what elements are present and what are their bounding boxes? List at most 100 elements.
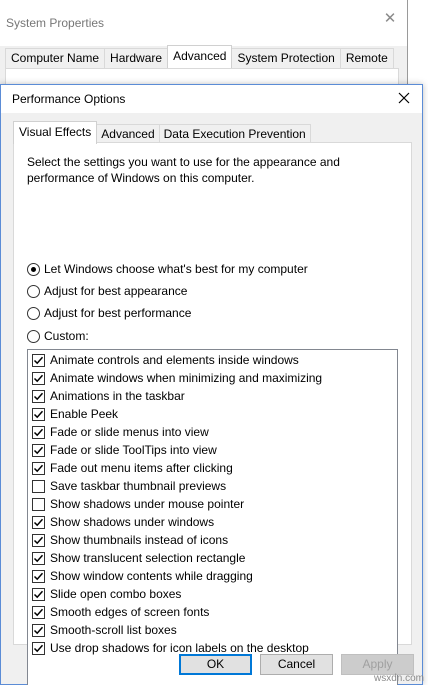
performance-options-dialog: Performance Options Visual Effects Advan… <box>0 84 423 685</box>
radio-best-appearance[interactable]: Adjust for best appearance <box>27 283 187 299</box>
list-item-label: Fade out menu items after clicking <box>50 461 233 475</box>
radio-custom[interactable]: Custom: <box>27 328 89 344</box>
checkbox[interactable] <box>32 587 45 601</box>
checkbox[interactable] <box>32 551 45 565</box>
checkmark-icon <box>33 572 44 580</box>
checkbox[interactable] <box>32 641 45 655</box>
list-item[interactable]: Fade or slide menus into view <box>32 423 209 441</box>
tab-computer-name[interactable]: Computer Name <box>5 48 106 68</box>
system-properties-panel <box>5 68 399 85</box>
list-item[interactable]: Enable Peek <box>32 405 118 423</box>
list-item[interactable]: Animations in the taskbar <box>32 387 185 405</box>
checkmark-icon <box>33 356 44 364</box>
radio-label: Custom: <box>44 329 89 343</box>
radio-button[interactable] <box>27 306 40 320</box>
checkmark-icon <box>33 410 44 418</box>
checkmark-icon <box>33 626 44 634</box>
checkmark-icon <box>33 464 44 472</box>
ok-button[interactable]: OK <box>179 654 252 675</box>
cancel-button[interactable]: Cancel <box>260 654 333 675</box>
list-item[interactable]: Slide open combo boxes <box>32 585 181 603</box>
system-properties-title: System Properties <box>6 16 105 30</box>
checkmark-icon <box>33 518 44 526</box>
list-item[interactable]: Fade or slide ToolTips into view <box>32 441 217 459</box>
checkmark-icon <box>33 644 44 652</box>
checkbox[interactable] <box>32 425 45 439</box>
checkmark-icon <box>33 446 44 454</box>
list-item-label: Use drop shadows for icon labels on the … <box>50 641 309 655</box>
radio-let-windows-choose[interactable]: Let Windows choose what's best for my co… <box>27 261 308 277</box>
dialog-title: Performance Options <box>12 92 126 106</box>
system-properties-window: System Properties ✕ Computer Name Hardwa… <box>0 0 408 85</box>
list-item[interactable]: Animate windows when minimizing and maxi… <box>32 369 322 387</box>
list-item[interactable]: Smooth edges of screen fonts <box>32 603 209 621</box>
checkmark-icon <box>33 536 44 544</box>
tab-data-execution-prevention[interactable]: Data Execution Prevention <box>158 124 311 143</box>
visual-effects-list[interactable]: Animate controls and elements inside win… <box>27 349 398 685</box>
list-item[interactable]: Fade out menu items after clicking <box>32 459 233 477</box>
list-item-label: Animations in the taskbar <box>50 389 185 403</box>
close-icon[interactable]: ✕ <box>383 11 397 26</box>
list-item[interactable]: Animate controls and elements inside win… <box>32 351 299 369</box>
system-properties-titlebar: System Properties ✕ <box>0 0 407 46</box>
checkmark-icon <box>33 554 44 562</box>
list-item[interactable]: Show shadows under mouse pointer <box>32 495 244 513</box>
checkbox[interactable] <box>32 569 45 583</box>
radio-best-performance[interactable]: Adjust for best performance <box>27 305 191 321</box>
checkbox[interactable] <box>32 533 45 547</box>
list-item[interactable]: Save taskbar thumbnail previews <box>32 477 226 495</box>
list-item-label: Animate windows when minimizing and maxi… <box>50 371 323 385</box>
radio-label: Adjust for best performance <box>44 306 192 320</box>
checkbox[interactable] <box>32 497 45 511</box>
system-properties-tabs: Computer Name Hardware Advanced System P… <box>5 45 394 68</box>
checkbox[interactable] <box>32 353 45 367</box>
checkmark-icon <box>33 608 44 616</box>
dialog-titlebar: Performance Options <box>1 85 422 113</box>
tab-visual-effects[interactable]: Visual Effects <box>13 121 98 144</box>
list-item[interactable]: Smooth-scroll list boxes <box>32 621 177 639</box>
tab-advanced[interactable]: Advanced <box>96 124 160 143</box>
list-item-label: Show shadows under mouse pointer <box>50 497 245 511</box>
checkmark-icon <box>33 374 44 382</box>
checkbox[interactable] <box>32 605 45 619</box>
list-item[interactable]: Show thumbnails instead of icons <box>32 531 228 549</box>
dialog-tabs: Visual Effects Advanced Data Execution P… <box>13 121 311 144</box>
checkbox[interactable] <box>32 407 45 421</box>
checkbox[interactable] <box>32 623 45 637</box>
list-item-label: Fade or slide ToolTips into view <box>50 443 217 457</box>
checkbox[interactable] <box>32 515 45 529</box>
description-text: Select the settings you want to use for … <box>27 155 340 185</box>
list-item-label: Animate controls and elements inside win… <box>50 353 299 367</box>
list-item[interactable]: Show shadows under windows <box>32 513 214 531</box>
list-item-label: Show shadows under windows <box>50 515 215 529</box>
list-item-label: Show thumbnails instead of icons <box>50 533 229 547</box>
radio-label: Adjust for best appearance <box>44 284 188 298</box>
list-item-label: Smooth edges of screen fonts <box>50 605 210 619</box>
visual-effects-panel: Select the settings you want to use for … <box>13 142 412 685</box>
tab-hardware[interactable]: Hardware <box>104 48 169 68</box>
list-item-label: Show window contents while dragging <box>50 569 253 583</box>
radio-label: Let Windows choose what's best for my co… <box>44 262 308 276</box>
apply-button[interactable]: Apply <box>341 654 414 675</box>
tab-remote[interactable]: Remote <box>339 48 394 68</box>
tab-system-protection[interactable]: System Protection <box>231 48 341 68</box>
radio-button[interactable] <box>27 284 40 298</box>
radio-button[interactable] <box>27 262 40 276</box>
checkbox[interactable] <box>32 371 45 385</box>
tab-advanced[interactable]: Advanced <box>167 45 233 68</box>
list-item-label: Fade or slide menus into view <box>50 425 209 439</box>
close-icon[interactable] <box>396 90 412 106</box>
list-item[interactable]: Show window contents while dragging <box>32 567 253 585</box>
checkmark-icon <box>33 392 44 400</box>
checkbox[interactable] <box>32 389 45 403</box>
checkbox[interactable] <box>32 443 45 457</box>
list-item-label: Smooth-scroll list boxes <box>50 623 177 637</box>
checkmark-icon <box>33 428 44 436</box>
checkbox[interactable] <box>32 461 45 475</box>
list-item-label: Enable Peek <box>50 407 119 421</box>
radio-button[interactable] <box>27 329 40 343</box>
watermark: wsxdn.com <box>373 673 424 684</box>
list-item[interactable]: Show translucent selection rectangle <box>32 549 245 567</box>
checkbox[interactable] <box>32 479 45 493</box>
list-item-label: Show translucent selection rectangle <box>50 551 246 565</box>
